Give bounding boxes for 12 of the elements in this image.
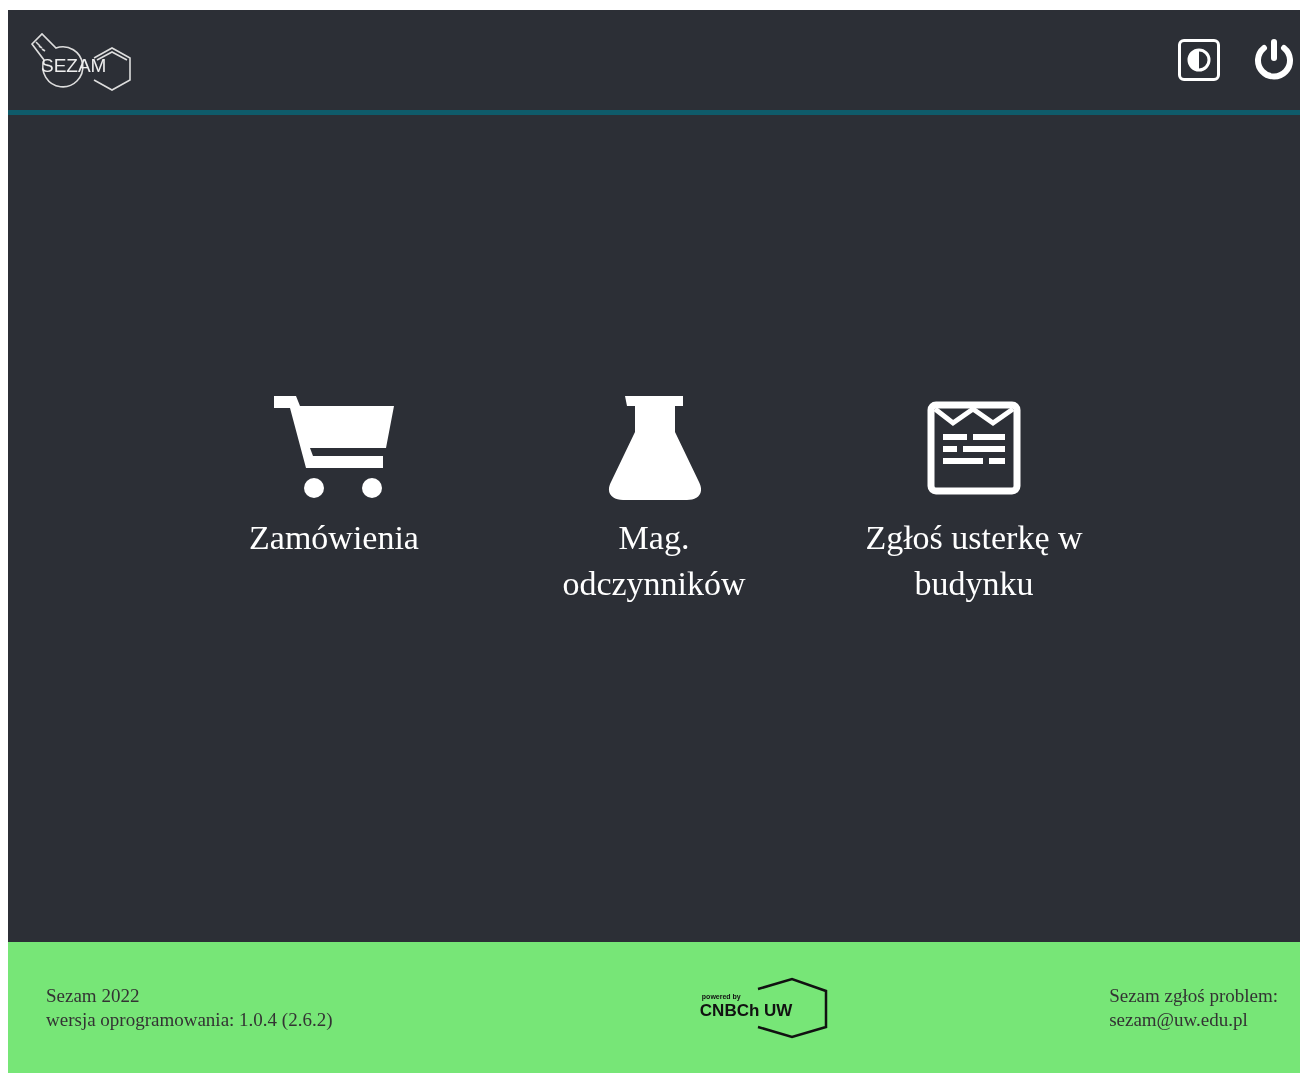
flask-icon <box>607 396 701 500</box>
menu-tile[interactable]: Mag. odczynników <box>494 393 814 607</box>
footer-text: sezam@uw.edu.pl <box>1109 1007 1249 1032</box>
menu-tile[interactable]: Zamówienia <box>174 393 494 561</box>
contrast-toggle-icon[interactable] <box>1178 39 1220 81</box>
footer-text: Sezam zgłoś problem: <box>1109 983 1278 1008</box>
footer-text: wersja oprogramowania: 1.0.4 (2.6.2) <box>46 1007 333 1032</box>
footer-text: Sezam 2022 <box>46 983 141 1008</box>
menu-tile[interactable]: Zgłoś usterkę w budynku <box>814 393 1134 607</box>
cart-icon <box>274 396 394 500</box>
power-icon[interactable] <box>1252 38 1296 82</box>
report-icon <box>927 401 1021 495</box>
